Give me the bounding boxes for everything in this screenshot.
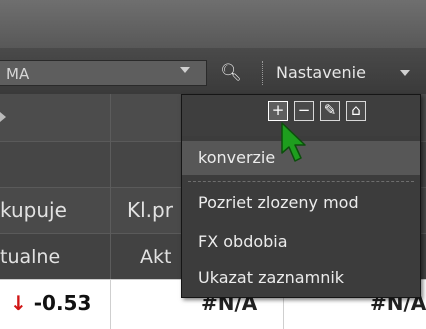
settings-menu-button[interactable]: Nastavenie: [276, 60, 426, 86]
window-titlebar: [0, 0, 426, 48]
mouse-cursor-icon: [281, 122, 306, 162]
menu-item-show-composite-mode[interactable]: Pozriet zlozeny mod: [182, 186, 420, 220]
chevron-down-icon: [400, 70, 410, 76]
change-cell: ↓ -0.53: [10, 291, 91, 315]
search-icon: 🔍︎: [220, 63, 242, 83]
menu-item-fx-periods[interactable]: FX obdobia: [182, 225, 420, 259]
menu-item-show-log[interactable]: Ukazat zaznamnik: [182, 261, 420, 295]
home-button[interactable]: ⌂: [346, 101, 366, 121]
column-header-buy[interactable]: kupuje: [0, 198, 67, 222]
chevron-down-icon[interactable]: [180, 67, 190, 73]
menu-divider: [188, 181, 414, 182]
settings-label: Nastavenie: [276, 63, 366, 82]
down-arrow-icon: ↓: [10, 291, 27, 315]
pencil-icon: ✎: [323, 101, 337, 119]
column-subheader-current: tualne: [0, 246, 61, 268]
change-value: -0.53: [33, 291, 92, 315]
plus-icon: +: [271, 101, 285, 119]
add-column-button[interactable]: +: [268, 101, 288, 121]
symbol-combo[interactable]: MA: [0, 60, 207, 86]
symbol-combo-value: MA: [6, 65, 30, 83]
remove-column-button[interactable]: −: [294, 101, 314, 121]
edit-column-button[interactable]: ✎: [320, 101, 340, 121]
column-divider: [110, 279, 111, 329]
search-button[interactable]: 🔍︎: [216, 60, 246, 86]
column-divider: [110, 94, 111, 279]
column-header-close-price[interactable]: Kl.pr: [127, 198, 173, 222]
expand-caret-icon[interactable]: [0, 112, 6, 122]
toolbar-separator: [262, 61, 263, 85]
minus-icon: −: [297, 101, 311, 119]
home-icon: ⌂: [351, 101, 361, 119]
column-subheader-current-2: Akt: [140, 246, 172, 268]
